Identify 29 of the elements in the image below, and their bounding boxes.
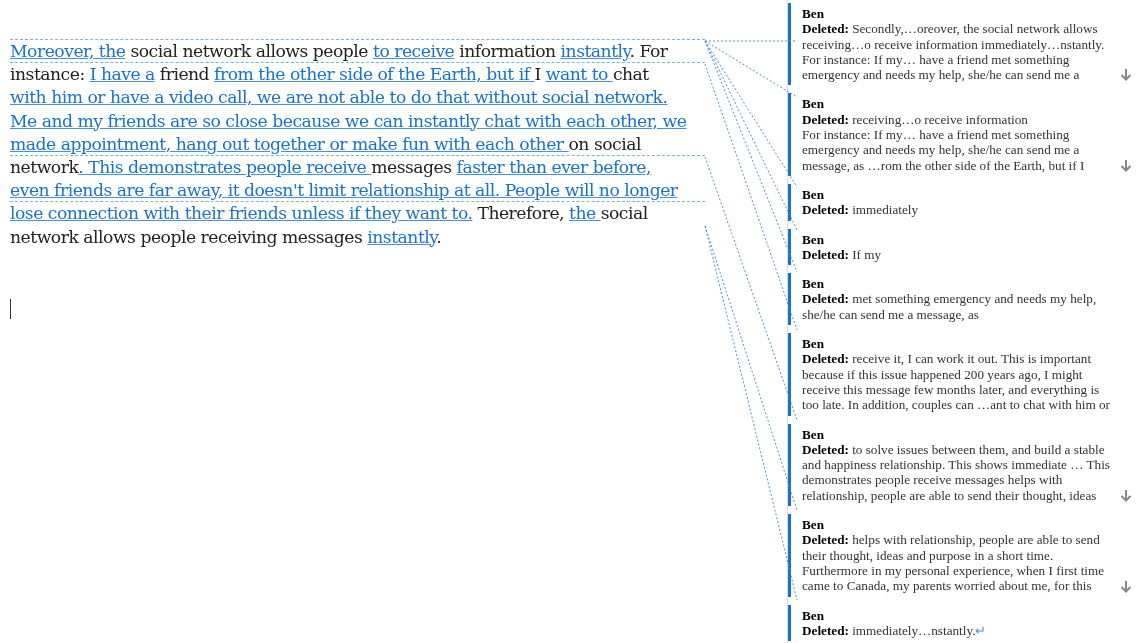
- paragraph: Moreover, the social network allows people to receive information instantly. For instance: I have a friend from the other side of the Earth, but if I want to chat with him or have a video call, we are not able to do that without social network. Me and my friends are so close because we can instantly chat with each other, we made appointment, hang out together or make fun with each other on social network. This demonstrates people receive messages faster than ever before, even friends are far away, it doesn't limit relationship at all. People will no longer lose connection with their friends unless if they want to. Therefore, the social network allows people receiving messages instantly.: [10, 39, 705, 249]
- comment-author: Ben: [802, 517, 825, 533]
- comment-author: Ben: [802, 276, 825, 292]
- comment-text: Deleted: receiving…o receive information For instance: If my… have a friend met something emergency and needs my help, she/he can send me a message, as …rom the other side of the Earth, but if I: [802, 111, 1086, 173]
- comment-text: Deleted: immediately: [802, 202, 920, 218]
- comment-balloon[interactable]: Ben Deleted: receiving…o receive information For instance: If my… have a friend met something emergency and needs my help, she/he can send me a message, as …rom the other side of the Earth, but if I: [788, 93, 1136, 176]
- comment-author: Ben: [802, 336, 825, 352]
- comment-text: Deleted: immediately…nstantly.↵: [802, 622, 988, 639]
- down-arrow-icon[interactable]: [1120, 158, 1132, 172]
- comment-balloon[interactable]: Ben Deleted: immediately…nstantly.↵: [788, 604, 1136, 642]
- down-arrow-icon[interactable]: [1120, 489, 1132, 502]
- comment-text: Deleted: to solve issues between them, and build a stable and happiness relationship. This shows immediate … This demonstrates people receive messages helps with relationship, people are able to send their thought, ideas: [802, 441, 1111, 503]
- down-arrow-icon[interactable]: [1120, 579, 1132, 593]
- comment-text: Deleted: met something emergency and needs my help, she/he can send me a message, as: [802, 291, 1098, 323]
- comment-text: Deleted: If my: [802, 246, 883, 263]
- comment-author: Ben: [802, 96, 825, 112]
- comment-author: Ben: [802, 186, 825, 203]
- comment-balloon[interactable]: Ben Deleted: met something emergency and needs my help, she/he can send me a message, as: [788, 273, 1136, 326]
- comment-author: Ben: [802, 426, 825, 442]
- text-cursor: [10, 298, 11, 319]
- comment-author: Ben: [802, 231, 825, 247]
- comment-text: Deleted: receive it, I can work it out. This is important because if this issue happened 200 years ago, I might receive this message few months later, and everything is too late. In addition, couples can …ant to chat with him or: [802, 351, 1111, 413]
- comment-balloon[interactable]: Ben Deleted: immediately: [788, 183, 1136, 221]
- comment-author: Ben: [802, 6, 825, 22]
- down-arrow-icon[interactable]: [1120, 68, 1132, 82]
- comment-author: Ben: [802, 607, 825, 623]
- comment-text: Deleted: helps with relationship, people are able to send their thought, ideas and purpose in a short time. Furthermore in my personal experience, when I first time came to Canada, my parents worried about me, for this: [802, 532, 1106, 594]
- comment-text: Deleted: Secondly,…oreover, the social network allows receiving…o receive information immediately…nstantly. For instance: If my… have a friend met something emergency and needs my help, she/he can send me a: [802, 21, 1106, 83]
- comment-balloon[interactable]: Ben Deleted: If my: [788, 228, 1136, 266]
